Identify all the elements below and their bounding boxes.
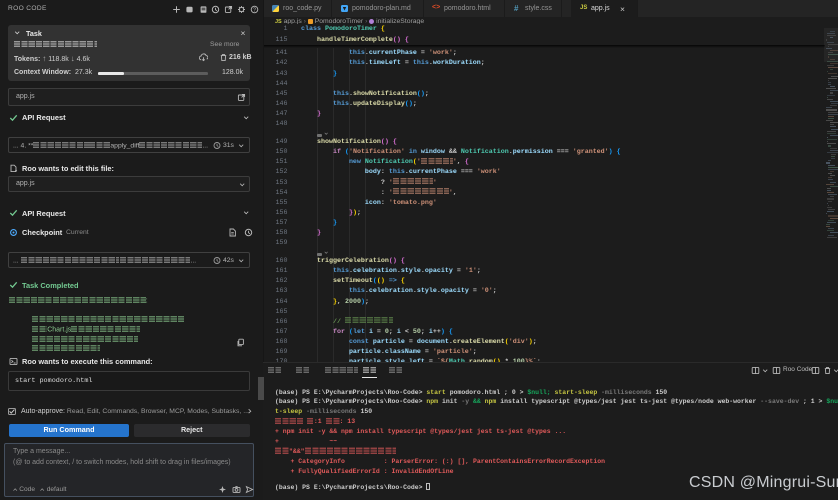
svg-text:?: ?: [253, 7, 256, 13]
